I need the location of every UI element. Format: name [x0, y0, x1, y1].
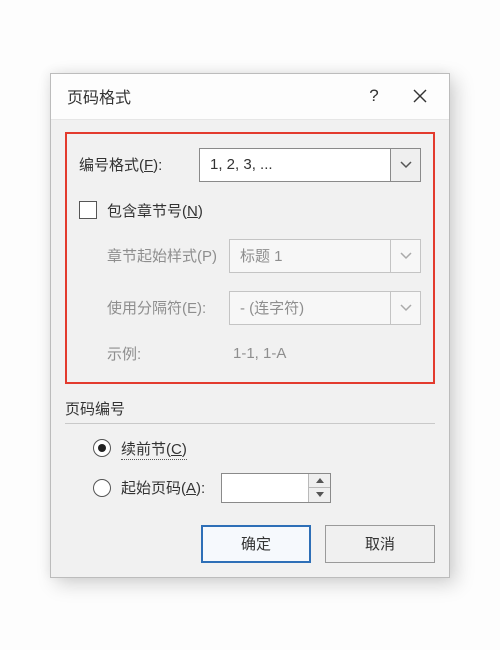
include-chapter-row: 包含章节号(N) — [79, 200, 421, 221]
start-at-label: 起始页码(A): — [121, 477, 205, 498]
close-icon — [413, 89, 427, 103]
spinner-up-button[interactable] — [309, 474, 330, 489]
ok-button[interactable]: 确定 — [201, 525, 311, 563]
start-at-row: 起始页码(A): — [65, 473, 435, 503]
separator-label: 使用分隔符(E): — [79, 297, 229, 318]
separator-value: - (连字符) — [240, 297, 304, 318]
example-row: 示例: 1-1, 1-A — [79, 343, 421, 364]
triangle-down-icon — [316, 492, 324, 497]
chevron-down-icon — [390, 240, 420, 272]
chevron-down-icon — [390, 292, 420, 324]
include-chapter-label: 包含章节号(N) — [107, 200, 203, 221]
start-at-spinner[interactable] — [221, 473, 331, 503]
dialog-buttons: 确定 取消 — [65, 525, 435, 563]
number-format-label: 编号格式(F): — [79, 154, 199, 175]
titlebar: 页码格式 ? — [51, 74, 449, 120]
start-at-value — [222, 474, 308, 502]
separator-select[interactable]: - (连字符) — [229, 291, 421, 325]
continue-previous-row: 续前节(C) — [65, 438, 435, 459]
cancel-button[interactable]: 取消 — [325, 525, 435, 563]
chapter-start-value: 标题 1 — [240, 245, 283, 266]
start-at-radio[interactable] — [93, 479, 111, 497]
help-button[interactable]: ? — [351, 73, 397, 119]
divider — [65, 423, 435, 424]
chevron-down-icon — [390, 149, 420, 181]
page-numbering-title: 页码编号 — [65, 398, 435, 419]
triangle-up-icon — [316, 478, 324, 483]
dialog-title: 页码格式 — [67, 84, 351, 108]
highlight-box: 编号格式(F): 1, 2, 3, ... 包含章节号(N) 章节起始样式(P) — [65, 132, 435, 384]
example-label: 示例: — [79, 343, 229, 364]
spinner-down-button[interactable] — [309, 488, 330, 502]
page-number-format-dialog: 页码格式 ? 编号格式(F): 1, 2, 3, ... — [50, 73, 450, 578]
separator-row: 使用分隔符(E): - (连字符) — [79, 291, 421, 325]
close-button[interactable] — [397, 73, 443, 119]
continue-previous-radio[interactable] — [93, 439, 111, 457]
continue-previous-label: 续前节(C) — [121, 438, 187, 459]
example-value: 1-1, 1-A — [229, 345, 286, 362]
number-format-value: 1, 2, 3, ... — [210, 156, 273, 173]
chapter-start-label: 章节起始样式(P) — [79, 245, 229, 266]
number-format-select[interactable]: 1, 2, 3, ... — [199, 148, 421, 182]
include-chapter-checkbox[interactable] — [79, 201, 97, 219]
dialog-content: 编号格式(F): 1, 2, 3, ... 包含章节号(N) 章节起始样式(P) — [51, 120, 449, 577]
chapter-start-select[interactable]: 标题 1 — [229, 239, 421, 273]
number-format-row: 编号格式(F): 1, 2, 3, ... — [79, 148, 421, 182]
chapter-start-row: 章节起始样式(P) 标题 1 — [79, 239, 421, 273]
